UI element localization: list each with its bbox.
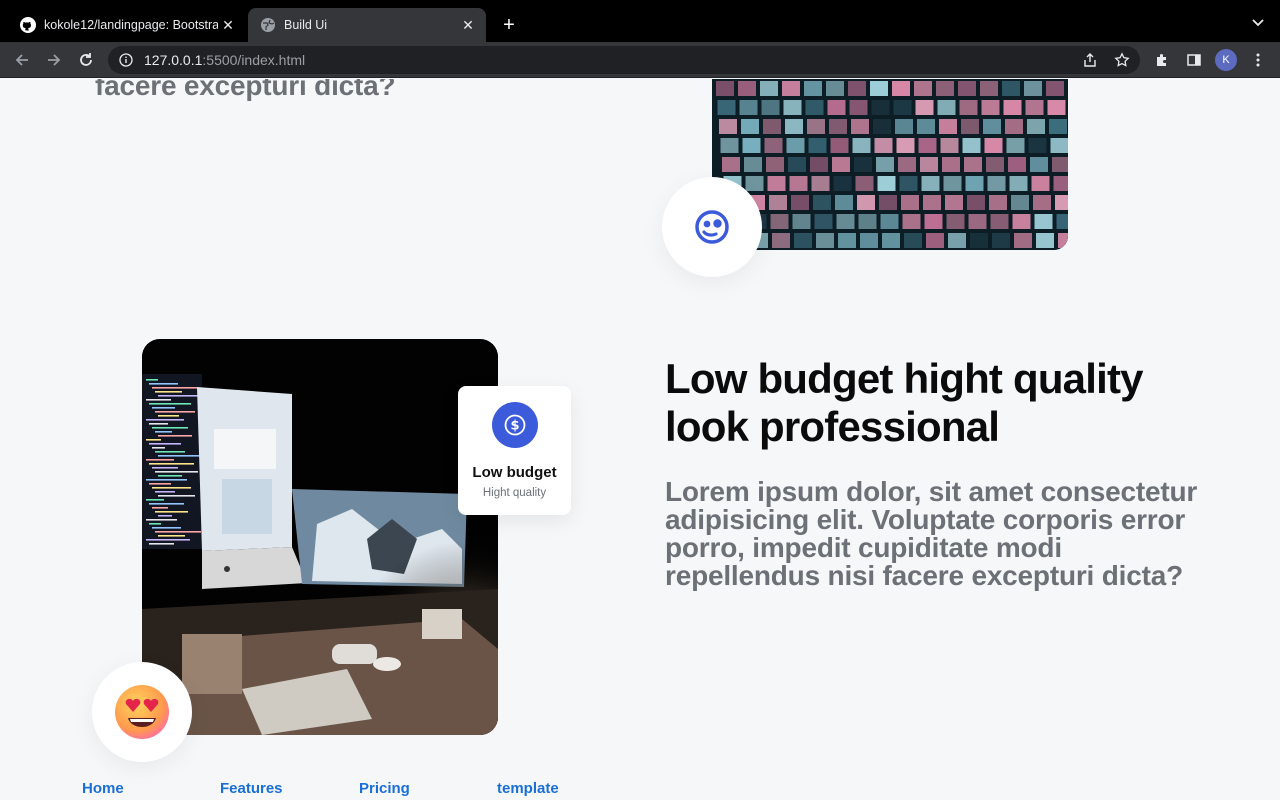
info-icon[interactable] [118,52,134,68]
star-icon[interactable] [1112,50,1132,70]
more-icon[interactable] [1248,50,1268,70]
tab-title: Build Ui [284,18,328,32]
tab-title: kokole12/landingpage: Bootstra [44,18,218,32]
reload-icon[interactable] [76,50,96,70]
smile-user-icon [695,210,729,244]
profile-avatar[interactable]: K [1215,49,1237,71]
browser-toolbar: 127.0.0.1:5500/index.html K [0,42,1280,78]
card-subtitle: Hight quality [482,487,547,499]
github-icon [20,17,36,33]
svg-text:$: $ [510,419,519,434]
share-icon[interactable] [1080,50,1100,70]
back-icon[interactable] [12,50,32,70]
section-heading: Low budget hight quality look profession… [665,355,1144,450]
extensions-icon[interactable] [1152,50,1172,70]
new-tab-icon[interactable]: + [498,14,520,36]
low-budget-card: $ Low budget Hight quality [458,386,571,515]
card-title: Low budget [472,464,557,481]
dollar-coin-icon: $ [491,402,538,448]
chevron-down-icon[interactable] [1250,14,1266,30]
browser-tab-github[interactable]: kokole12/landingpage: Bootstra ✕ [8,8,246,42]
browser-tab-bar: kokole12/landingpage: Bootstra ✕ Build U… [0,0,1280,42]
browser-tab-build-ui[interactable]: Build Ui ✕ [248,8,486,42]
user-face-icon-badge [662,177,762,277]
sidepanel-icon[interactable] [1184,50,1204,70]
heart-eyes-emoji-icon [115,685,169,739]
forward-icon[interactable] [44,50,64,70]
close-icon[interactable]: ✕ [218,15,238,35]
section-text-continued: cupiditate modi repellendus nisi facere … [95,79,396,101]
page-content: cupiditate modi repellendus nisi facere … [0,79,1280,800]
footer-link-template[interactable]: template [497,780,559,797]
footer-link-features[interactable]: Features [220,780,283,797]
footer-link-home[interactable]: Home [82,780,124,797]
section-body-text: Lorem ipsum dolor, sit amet consectetur … [665,476,1198,591]
desk-workstation-image [142,339,498,735]
close-icon[interactable]: ✕ [458,15,478,35]
heart-eyes-emoji-badge [92,662,192,762]
footer-link-pricing[interactable]: Pricing [359,780,410,797]
url-text: 127.0.0.1:5500/index.html [144,52,305,68]
footer-nav: Home Features Pricing template [0,779,1280,800]
globe-icon [260,17,276,33]
office-building-image [712,79,1068,250]
address-bar[interactable]: 127.0.0.1:5500/index.html [108,46,1140,74]
url-path: :5500/index.html [202,52,306,68]
url-host: 127.0.0.1 [144,52,203,68]
